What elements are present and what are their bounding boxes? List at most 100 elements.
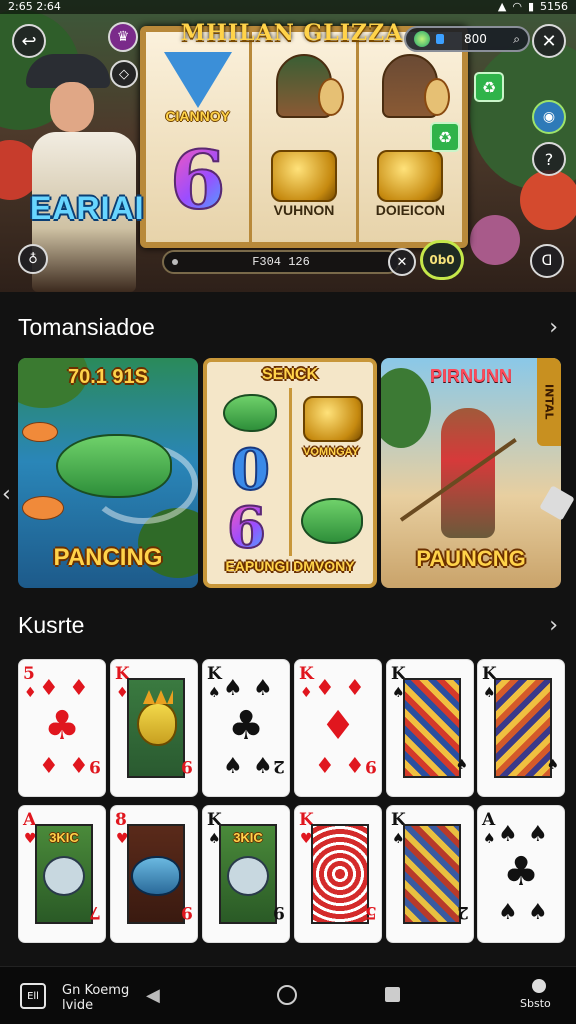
playing-card[interactable]: K ♥ 5 (294, 805, 382, 943)
club-icon: ♣ (228, 703, 264, 749)
sound-button[interactable]: ♁ (18, 244, 48, 274)
playing-card[interactable]: 8 ♥ 9 (110, 805, 198, 943)
close-button[interactable]: ✕ (532, 24, 566, 58)
big-six-symbol: 6 (169, 133, 227, 227)
reel-symbol-warrior (359, 54, 462, 118)
big-six-symbol: 6 (226, 495, 267, 561)
chevron-left-icon[interactable]: ‹ (2, 482, 11, 507)
suit-icon: ♦ (300, 685, 313, 701)
section-title: Kusrte (18, 612, 85, 638)
tile-top-label: PIRNUNN (429, 366, 512, 386)
diamond-button[interactable]: ◇ (110, 60, 138, 88)
game-title: MHILAN GLIZZA (180, 20, 404, 46)
help-icon: ? (544, 149, 554, 169)
reel-divider (289, 388, 292, 556)
gift-button[interactable]: ♛ (108, 22, 138, 52)
card-art-pattern (311, 824, 369, 924)
profile-icon: ◉ (542, 109, 556, 125)
help-button[interactable]: ? (532, 142, 566, 176)
slot-reels[interactable]: CIANNOY 6 VUHNON DOIEICON (140, 26, 468, 248)
wifi-icon: ◠ (512, 0, 522, 13)
card-rank: 8 (115, 810, 127, 830)
hero-banner[interactable]: CIANNOY 6 VUHNON DOIEICON MHILAN GLIZZA … (0, 0, 576, 292)
nav-back-icon[interactable]: ◀ (146, 985, 160, 1006)
nav-recents-icon[interactable] (385, 987, 400, 1002)
clear-code-button[interactable]: ✕ (388, 248, 416, 276)
reel-symbol-coin: VUHNON (252, 150, 355, 218)
balance-bar-icon (436, 34, 444, 44)
card-rank-bottom: 9 (181, 756, 193, 776)
tile-top-label: SENCK (261, 366, 318, 383)
spade-icon: ♠ (498, 900, 518, 925)
playing-card[interactable]: K ♠ ♠ ♠ ♣ ♠ ♠ 2 (202, 659, 290, 797)
playing-card[interactable]: K ♠ 3KIC 9 (202, 805, 290, 943)
flower-decoration (520, 170, 576, 230)
playing-card[interactable]: K ♦ 9 (110, 659, 198, 797)
playing-card[interactable]: K ♦ ♦ ♦ ♦ ♦ ♦ 9 (294, 659, 382, 797)
playing-card[interactable]: K ♠ 2 (386, 805, 474, 943)
card-rank-bottom: 9 (365, 756, 377, 776)
playing-card[interactable]: A ♠ ♠ ♠ ♣ ♠ ♠ (477, 805, 565, 943)
menu-button[interactable]: ᗡ (530, 244, 564, 278)
tile-ribbon: INTAL (537, 358, 561, 446)
playing-card[interactable]: K ♠ ♠ (477, 659, 565, 797)
small-fish-icon (22, 496, 64, 520)
chevron-right-icon[interactable]: › (549, 613, 558, 638)
shield-icon (424, 78, 451, 116)
section-header-cards[interactable]: Kusrte › (18, 612, 558, 639)
signal-icon: ▲ (497, 0, 507, 13)
search-icon: ⌕ (513, 31, 520, 46)
fish-icon (223, 394, 277, 432)
profile-button[interactable]: ◉ (532, 100, 566, 134)
spade-icon: ♠ (253, 754, 273, 779)
tile-bottom-label: PAUNCNG (416, 546, 526, 571)
back-button[interactable]: ↩ (12, 24, 46, 58)
card-rank-bottom: 9 (181, 902, 193, 922)
profile-dot-icon[interactable] (532, 979, 546, 993)
reel-symbol-coin: DOIEICON (359, 150, 462, 218)
character-face (50, 82, 94, 132)
game-tile-2[interactable]: SENCK VOMNGAY 0 6 EAPUNGI DMVONY (203, 358, 377, 588)
diamond-icon: ♦ (69, 676, 89, 701)
spade-icon: ♠ (223, 676, 243, 701)
status-bar: 2:65 2:64 ▲ ◠ ▮ 5156 (0, 0, 576, 14)
spade-icon: ♠ (528, 900, 548, 925)
card-rank-bottom: 9 (89, 756, 101, 776)
nav-text-line1: Gn Koemg (62, 983, 130, 998)
battery-value: 5156 (540, 0, 568, 13)
section-title: Tomansiadoe (18, 314, 155, 340)
code-input[interactable]: F304 126 (162, 250, 400, 274)
coin-icon (303, 396, 363, 442)
spade-icon: ♠ (253, 676, 273, 701)
club-icon: ♣ (44, 703, 80, 749)
section-header-featured[interactable]: Tomansiadoe › (18, 314, 558, 341)
recycle-icon: ♻ (481, 77, 497, 97)
spade-icon: ♠ (546, 757, 559, 773)
reel-symbol-flag: CIANNOY (146, 52, 249, 124)
game-tile-1[interactable]: 70.1 91S PANCING (18, 358, 198, 588)
spade-icon: ♠ (223, 754, 243, 779)
go-button[interactable]: 0b0 (420, 240, 464, 280)
game-tile-3[interactable]: PIRNUNN INTAL PAUNCNG (381, 358, 561, 588)
playing-card[interactable]: 5 ♦ ♦ ♦ ♣ ♦ ♦ 9 (18, 659, 106, 797)
nav-home-circle-icon[interactable] (277, 985, 297, 1005)
recycle-button[interactable]: ♻ (474, 72, 504, 102)
balance-display[interactable]: 800 ⌕ (404, 26, 530, 52)
spade-icon: ♠ (455, 757, 468, 773)
recycle-button-2[interactable]: ♻ (430, 122, 460, 152)
club-icon: ♣ (503, 849, 539, 895)
card-rank-bottom: 7 (89, 902, 101, 922)
card-rank-bottom: 2 (273, 756, 285, 776)
tile-bottom-label: EAPUNGI DMVONY (225, 558, 355, 574)
back-arrow-icon: ↩ (21, 30, 37, 52)
close-icon: ✕ (396, 254, 408, 270)
playing-card[interactable]: K ♠ ♠ (386, 659, 474, 797)
six-symbol: 0 (230, 437, 271, 503)
card-rank-bottom: 2 (457, 902, 469, 922)
nav-text[interactable]: Gn Koemg lvide (62, 983, 129, 1013)
playing-card[interactable]: A ♥ 3KIC 7 (18, 805, 106, 943)
home-icon[interactable]: Ell (20, 983, 46, 1009)
diamond-icon: ♦ (345, 754, 365, 779)
diamond-icon: ♦ (345, 676, 365, 701)
chevron-right-icon[interactable]: › (549, 315, 558, 340)
